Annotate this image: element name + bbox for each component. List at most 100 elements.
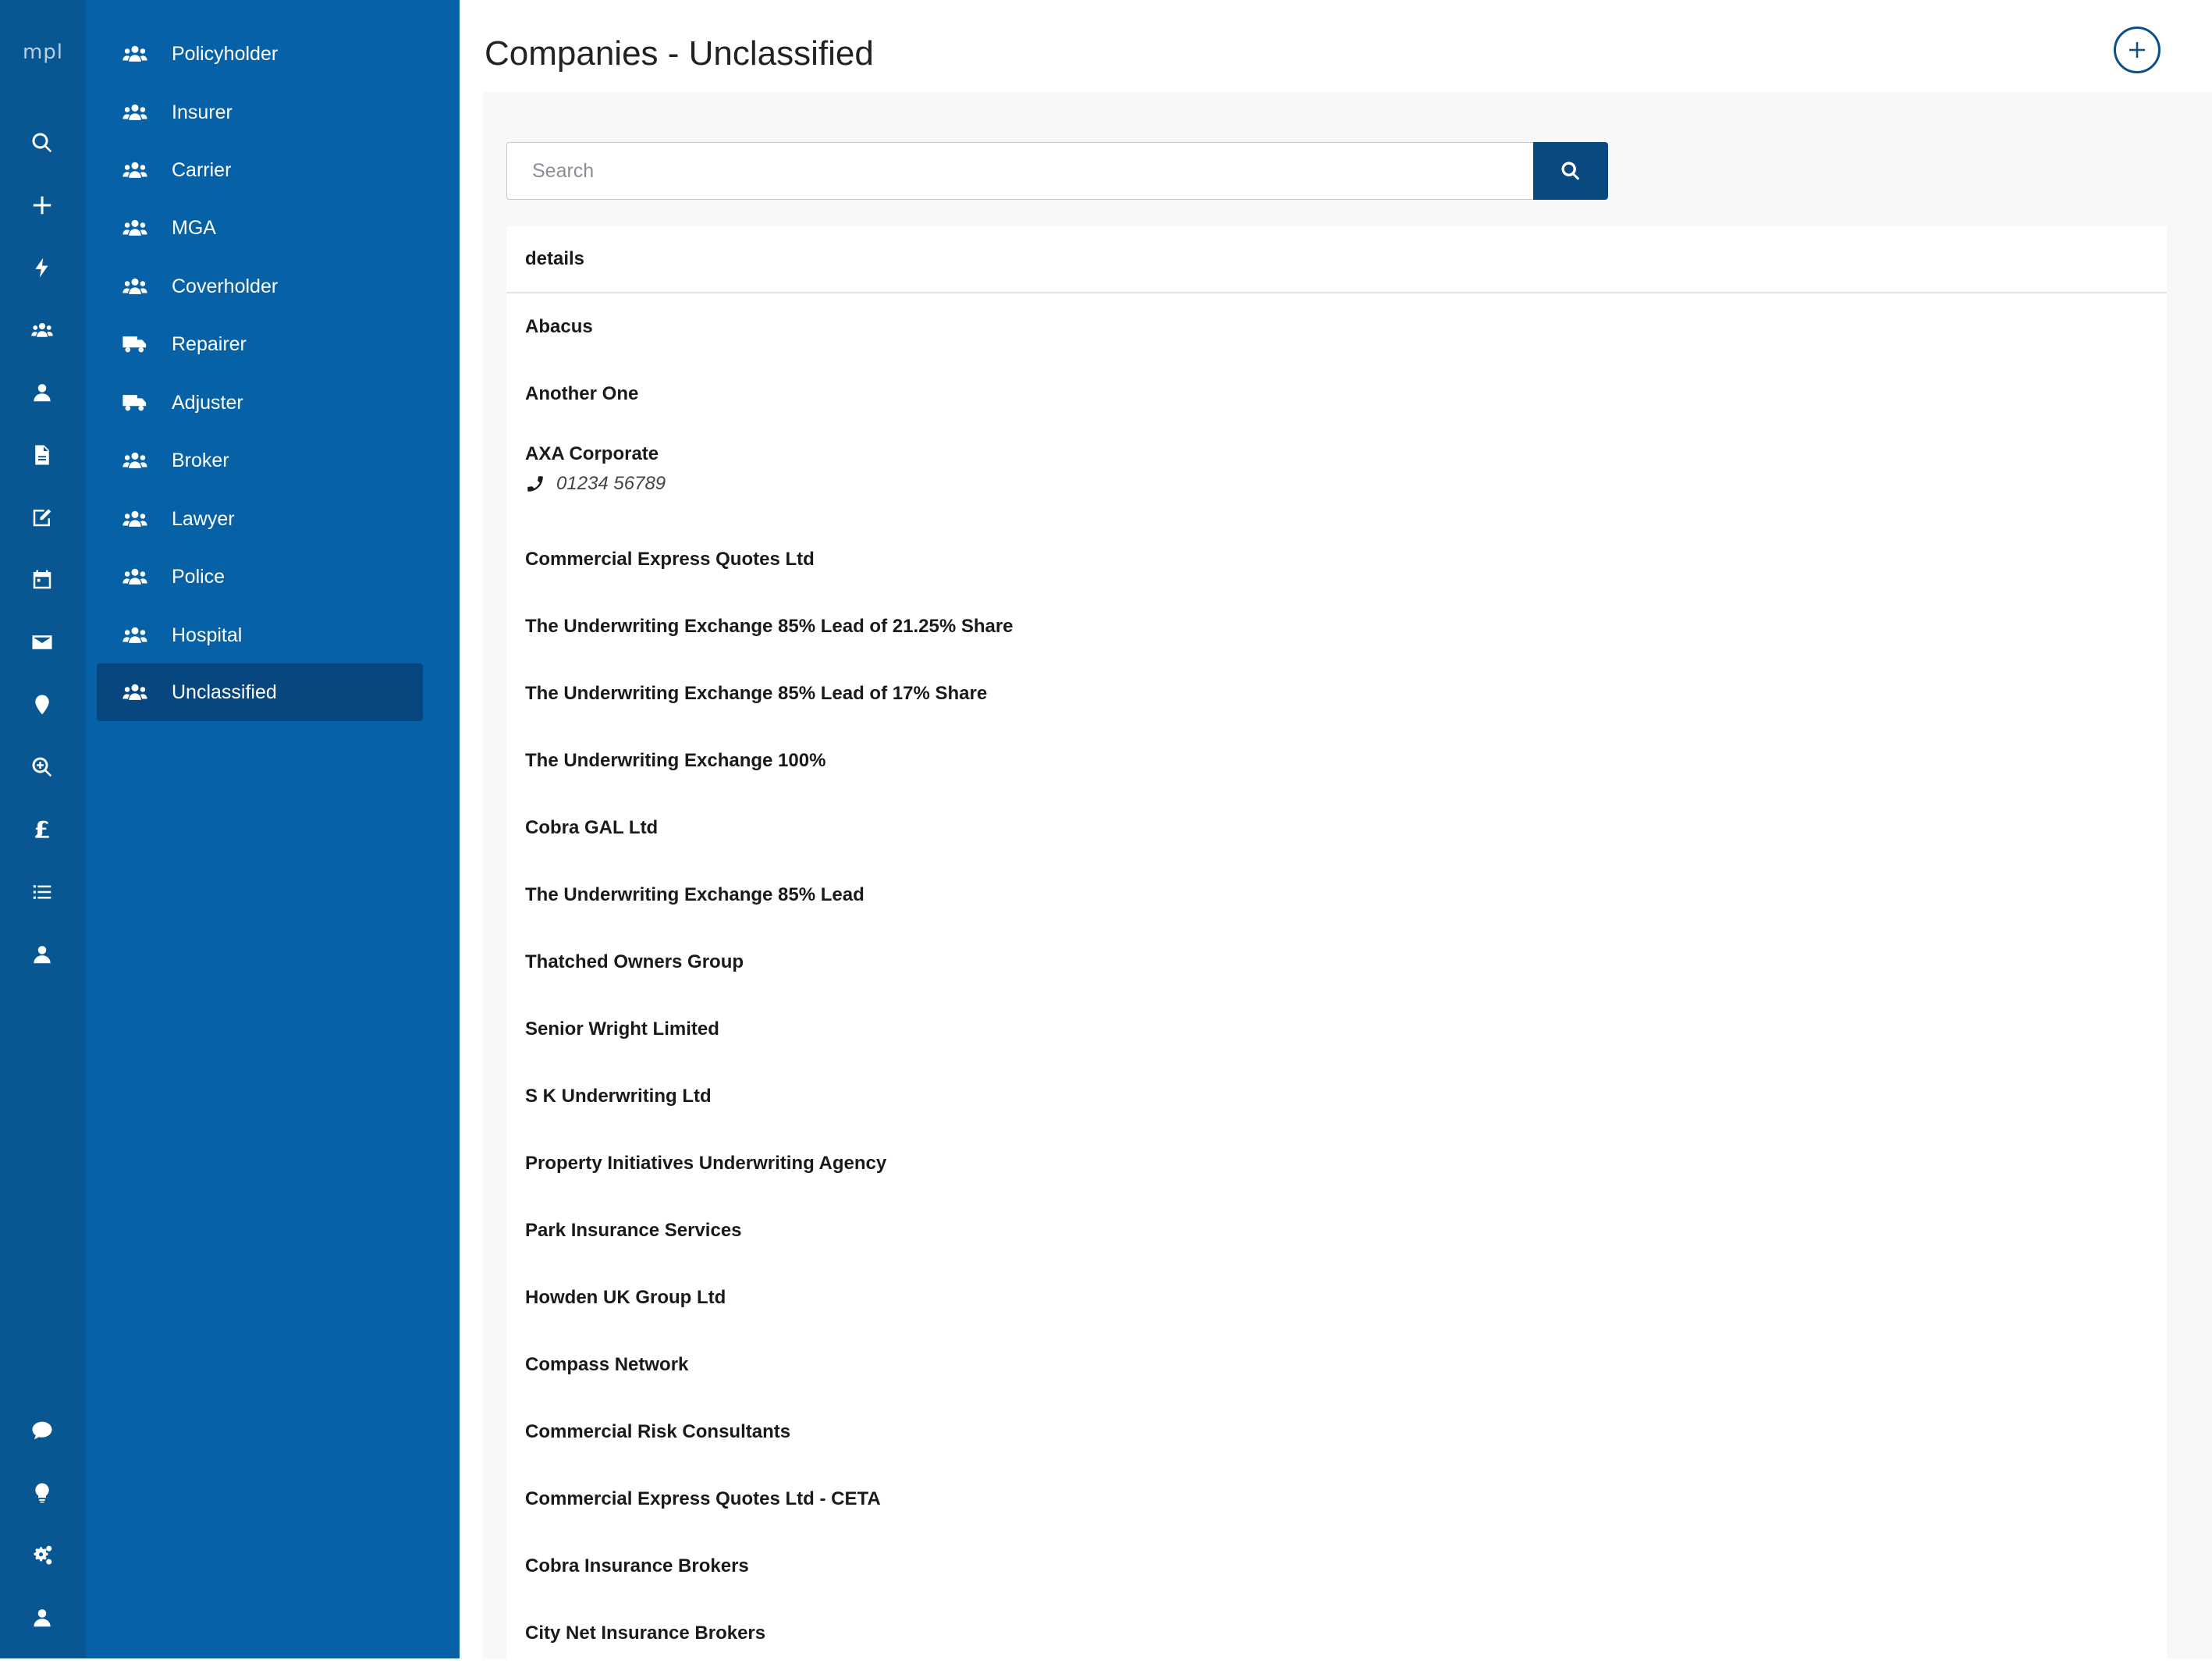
table-row[interactable]: Abacus	[506, 293, 2167, 361]
company-name: Commercial Express Quotes Ltd	[525, 549, 815, 570]
company-name: Abacus	[525, 316, 593, 337]
table-row[interactable]: Thatched Owners Group	[506, 929, 2167, 996]
company-name: Cobra Insurance Brokers	[525, 1555, 749, 1576]
sidebar-item-label: Hospital	[172, 624, 243, 646]
sidebar-item-label: Carrier	[172, 158, 232, 181]
table-row[interactable]: Commercial Express Quotes Ltd - CETA	[506, 1466, 2167, 1533]
truck-icon	[122, 389, 150, 417]
sidebar-item-policyholder[interactable]: Policyholder	[97, 25, 423, 83]
table-row[interactable]: The Underwriting Exchange 100%	[506, 727, 2167, 794]
map-marker-icon[interactable]	[27, 689, 58, 720]
sidebar-item-police[interactable]: Police	[97, 548, 423, 606]
table-header-details: details	[506, 226, 2167, 293]
category-sidebar: Policyholder Insurer Carrier MGA Coverho…	[86, 0, 460, 1658]
users-icon	[122, 214, 150, 242]
company-name: Senior Wright Limited	[525, 1018, 719, 1040]
app-logo[interactable]: mpl	[0, 41, 86, 64]
table-row[interactable]: Compass Network	[506, 1331, 2167, 1399]
calendar-icon[interactable]	[27, 564, 58, 595]
phone-number: 01234 56789	[556, 473, 666, 494]
table-row[interactable]: Commercial Express Quotes Ltd	[506, 526, 2167, 593]
search-input[interactable]	[506, 142, 1533, 200]
plus-icon[interactable]	[27, 190, 58, 221]
company-name: Another One	[525, 383, 639, 404]
table-row[interactable]: Commercial Risk Consultants	[506, 1399, 2167, 1466]
list-icon[interactable]	[27, 876, 58, 908]
company-name: The Underwriting Exchange 85% Lead	[525, 884, 865, 905]
search-bar	[506, 142, 1608, 200]
sidebar-item-hospital[interactable]: Hospital	[97, 606, 423, 664]
table-row[interactable]: Cobra GAL Ltd	[506, 794, 2167, 862]
sidebar-item-insurer[interactable]: Insurer	[97, 84, 423, 141]
company-name: The Underwriting Exchange 100%	[525, 750, 826, 771]
company-name: The Underwriting Exchange 85% Lead of 17…	[525, 683, 988, 704]
truck-icon	[122, 330, 150, 358]
sidebar-item-repairer[interactable]: Repairer	[97, 315, 423, 373]
bolt-icon[interactable]	[27, 252, 58, 283]
envelope-icon[interactable]	[27, 627, 58, 658]
phone-icon	[527, 476, 543, 492]
table-row[interactable]: Property Initiatives Underwriting Agency	[506, 1130, 2167, 1197]
main-content: Companies - Unclassified details Abacus …	[460, 0, 2212, 1658]
company-name: Park Insurance Services	[525, 1220, 742, 1241]
users-icon	[122, 272, 150, 300]
sidebar-item-broker[interactable]: Broker	[97, 432, 423, 489]
sidebar-item-mga[interactable]: MGA	[97, 199, 423, 257]
company-phone: 01234 56789	[525, 473, 2167, 495]
search-button[interactable]	[1533, 142, 1608, 200]
table-row[interactable]: Senior Wright Limited	[506, 996, 2167, 1063]
edit-icon[interactable]	[27, 502, 58, 533]
table-row[interactable]: City Net Insurance Brokers	[506, 1600, 2167, 1667]
users-icon	[122, 156, 150, 184]
table-row[interactable]: AXA Corporate 01234 56789	[506, 428, 2167, 526]
sidebar-item-label: Repairer	[172, 332, 247, 355]
sidebar-item-label: Broker	[172, 449, 229, 471]
add-company-button[interactable]	[2114, 27, 2161, 73]
sidebar-item-adjuster[interactable]: Adjuster	[97, 374, 423, 432]
sidebar-item-lawyer[interactable]: Lawyer	[97, 490, 423, 548]
users-icon	[122, 40, 150, 68]
table-row[interactable]: The Underwriting Exchange 85% Lead of 17…	[506, 660, 2167, 727]
sidebar-item-label: Police	[172, 565, 225, 588]
user-icon[interactable]	[27, 939, 58, 970]
table-row[interactable]: The Underwriting Exchange 85% Lead of 21…	[506, 593, 2167, 660]
user-icon[interactable]	[27, 377, 58, 408]
sidebar-item-unclassified[interactable]: Unclassified	[97, 663, 423, 721]
table-row[interactable]: S K Underwriting Ltd	[506, 1063, 2167, 1130]
file-icon[interactable]	[27, 439, 58, 471]
company-name: Commercial Express Quotes Ltd - CETA	[525, 1488, 881, 1509]
users-icon	[122, 621, 150, 649]
table-row[interactable]: Cobra Insurance Brokers	[506, 1533, 2167, 1600]
table-row[interactable]: Park Insurance Services	[506, 1197, 2167, 1264]
company-name: S K Underwriting Ltd	[525, 1086, 712, 1107]
users-icon	[122, 505, 150, 533]
search-icon[interactable]	[27, 127, 58, 158]
lightbulb-icon[interactable]	[27, 1477, 58, 1509]
search-icon	[1561, 162, 1580, 180]
company-name: Property Initiatives Underwriting Agency	[525, 1153, 887, 1174]
sidebar-item-label: MGA	[172, 216, 216, 239]
company-name: Howden UK Group Ltd	[525, 1287, 726, 1308]
sidebar-item-label: Coverholder	[172, 275, 279, 297]
companies-table: details Abacus Another One AXA Corporate…	[506, 226, 2167, 1658]
user-icon[interactable]	[27, 1602, 58, 1633]
pound-icon[interactable]	[27, 814, 58, 845]
company-name: Commercial Risk Consultants	[525, 1421, 791, 1442]
sidebar-item-carrier[interactable]: Carrier	[97, 141, 423, 199]
comment-icon[interactable]	[27, 1415, 58, 1446]
table-row[interactable]: Howden UK Group Ltd	[506, 1264, 2167, 1331]
page-title: Companies - Unclassified	[485, 34, 874, 73]
table-row[interactable]: The Underwriting Exchange 85% Lead	[506, 862, 2167, 929]
users-icon	[122, 98, 150, 126]
sidebar-item-label: Insurer	[172, 101, 233, 123]
table-row[interactable]: Another One	[506, 361, 2167, 428]
cogs-icon[interactable]	[27, 1540, 58, 1571]
users-icon[interactable]	[27, 315, 58, 346]
company-name: Compass Network	[525, 1354, 689, 1375]
sidebar-item-label: Policyholder	[172, 42, 279, 65]
users-icon	[122, 678, 150, 706]
sidebar-item-coverholder[interactable]: Coverholder	[97, 258, 423, 315]
plus-icon	[2129, 42, 2145, 58]
company-name: Thatched Owners Group	[525, 951, 744, 972]
zoom-in-icon[interactable]	[27, 752, 58, 783]
